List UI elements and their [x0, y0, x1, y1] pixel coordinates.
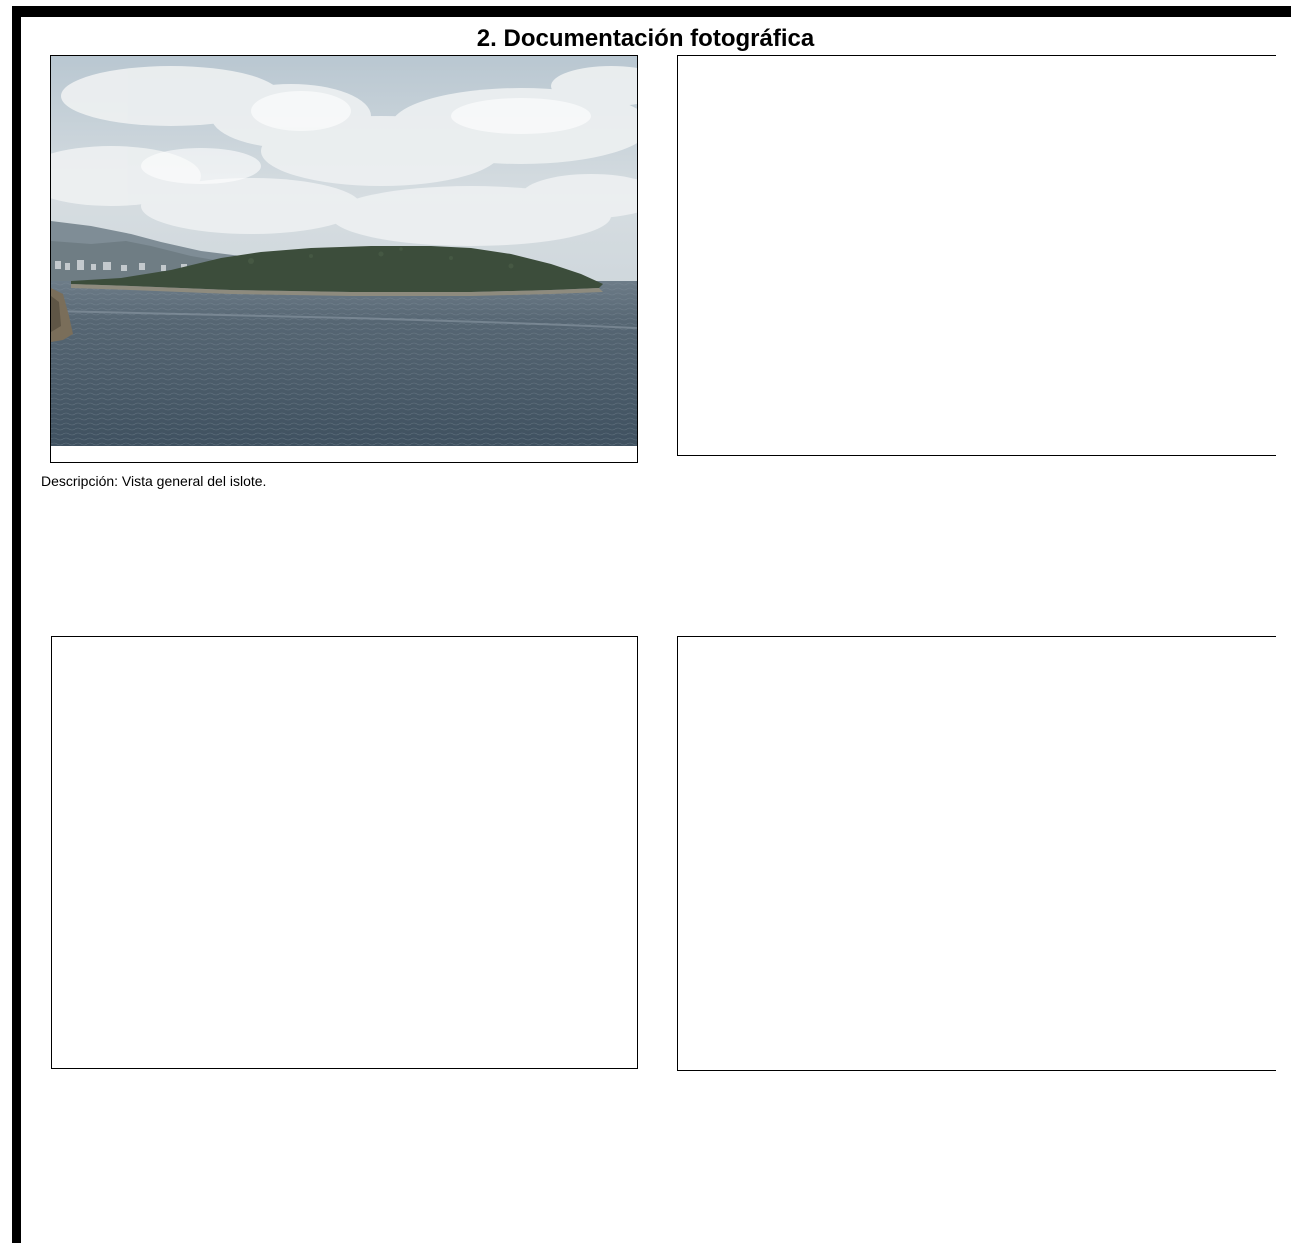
photo-caption: Descripción: Vista general del islote. — [41, 473, 267, 489]
photo-frame-4-empty — [677, 636, 1276, 1071]
section-title: 2. Documentación fotográfica — [476, 25, 815, 52]
photo-frame-2-empty — [677, 55, 1276, 456]
photo-frame-1 — [50, 55, 638, 463]
island-photo — [51, 56, 637, 446]
photo-frame-3-empty — [51, 636, 638, 1069]
page-left-border — [12, 6, 21, 1243]
page-top-border — [12, 6, 1291, 17]
